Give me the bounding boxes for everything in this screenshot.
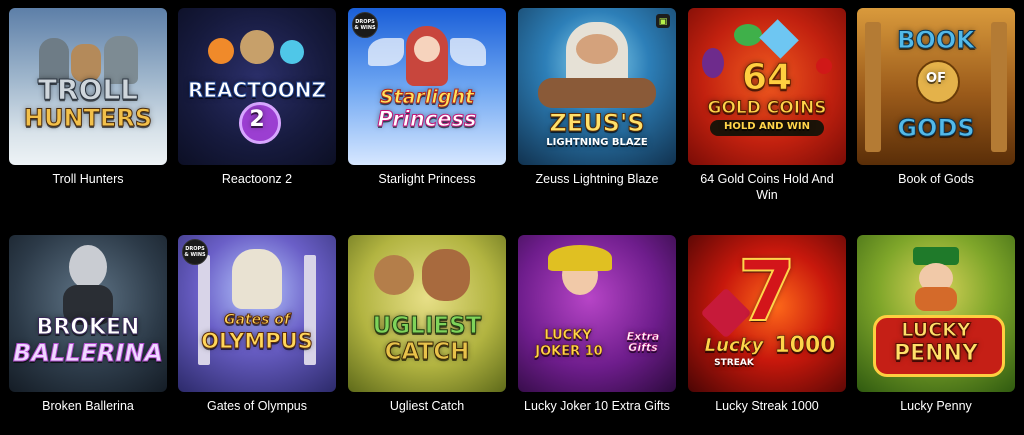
game-thumbnail[interactable]: 7 Lucky 1000 STREAK [688,235,846,392]
game-title[interactable]: 64 Gold Coins Hold And Win [688,171,846,203]
game-tile-book-of-gods[interactable]: BOOK OF GODS Book of Gods [857,8,1015,187]
game-logo-number: 1000 [774,333,836,358]
game-title[interactable]: Lucky Streak 1000 [688,398,846,414]
drops-and-wins-badge: DROPS & WINS [352,12,378,38]
game-logo-sub: OLYMPUS [201,329,314,353]
game-tile-lucky-joker-10[interactable]: LUCKY JOKER 10 Extra Gifts Lucky Joker 1… [518,235,676,414]
game-logo-of: OF [926,71,946,86]
game-tile-gates-of-olympus[interactable]: Gates of OLYMPUS DROPS & WINS Gates of O… [178,235,336,414]
game-logo: UGLIEST [372,313,482,339]
game-thumbnail[interactable]: REACTOONZ 2 [178,8,336,165]
game-logo-sub: HOLD AND WIN [723,121,811,132]
game-logo: Lucky [704,335,764,356]
game-tile-ugliest-catch[interactable]: UGLIEST CATCH Ugliest Catch [348,235,506,414]
game-thumbnail[interactable]: BOOK OF GODS [857,8,1015,165]
game-logo-sub: STREAK [714,358,754,368]
game-logo: REACTOONZ [187,78,327,102]
game-logo-number: 64 [741,57,793,98]
game-logo: Starlight [379,86,475,108]
game-thumbnail[interactable]: 64 GOLD COINS HOLD AND WIN [688,8,846,165]
game-logo-number: 2 [249,107,265,132]
game-logo-sub: CATCH [384,339,470,365]
game-title[interactable]: Gates of Olympus [178,398,336,414]
game-tile-zeuss-lightning-blaze[interactable]: ZEUS'S LIGHTNING BLAZE ▣ Zeuss Lightning… [518,8,676,187]
game-tile-troll-hunters[interactable]: TROLL HUNTERS Troll Hunters [9,8,167,187]
game-title[interactable]: Book of Gods [857,171,1015,187]
game-thumbnail[interactable]: Gates of OLYMPUS DROPS & WINS [178,235,336,392]
game-thumbnail[interactable]: UGLIEST CATCH [348,235,506,392]
game-thumbnail[interactable]: ZEUS'S LIGHTNING BLAZE ▣ [518,8,676,165]
game-tile-lucky-penny[interactable]: LUCKY PENNY Lucky Penny [857,235,1015,414]
game-thumbnail[interactable]: LUCKY PENNY [857,235,1015,392]
game-title[interactable]: Reactoonz 2 [178,171,336,187]
game-logo: Gates of [223,312,291,328]
game-logo-number: JOKER 10 [535,344,603,359]
game-logo: GOLD COINS [707,98,827,118]
game-logo: TROLL [37,73,139,106]
game-title[interactable]: Troll Hunters [9,171,167,187]
game-logo: BROKEN [36,315,140,340]
game-title[interactable]: Ugliest Catch [348,398,506,414]
drops-and-wins-badge: DROPS & WINS [182,239,208,265]
game-logo-sub: Extra Gifts [626,330,660,354]
game-thumbnail[interactable]: BROKEN BALLERINA [9,235,167,392]
game-logo-sub: GODS [897,114,975,142]
game-tile-lucky-streak-1000[interactable]: 7 Lucky 1000 STREAK Lucky Streak 1000 [688,235,846,414]
game-logo-sub: PENNY [894,341,979,366]
game-logo-seven: 7 [737,242,797,340]
game-title[interactable]: Lucky Joker 10 Extra Gifts [518,398,676,414]
game-thumbnail[interactable]: TROLL HUNTERS [9,8,167,165]
game-logo: LUCKY [544,328,592,343]
game-logo: LUCKY [901,319,971,341]
game-thumbnail[interactable]: Starlight Princess DROPS & WINS [348,8,506,165]
game-grid: TROLL HUNTERS Troll Hunters REACTOONZ 2 … [0,0,1024,435]
game-logo-sub: Princess [377,107,477,131]
game-tile-reactoonz-2[interactable]: REACTOONZ 2 Reactoonz 2 [178,8,336,187]
game-logo-sub: HUNTERS [23,104,153,132]
game-tile-starlight-princess[interactable]: Starlight Princess DROPS & WINS Starligh… [348,8,506,187]
game-logo: ZEUS'S [549,109,645,137]
game-logo-sub: BALLERINA [13,339,164,367]
game-title[interactable]: Broken Ballerina [9,398,167,414]
game-thumbnail[interactable]: LUCKY JOKER 10 Extra Gifts [518,235,676,392]
game-logo: BOOK [897,26,976,54]
game-tile-broken-ballerina[interactable]: BROKEN BALLERINA Broken Ballerina [9,235,167,414]
feature-icon: ▣ [656,14,670,28]
game-logo-sub: LIGHTNING BLAZE [546,137,648,148]
game-tile-64-gold-coins[interactable]: 64 GOLD COINS HOLD AND WIN 64 Gold Coins… [688,8,846,203]
game-title[interactable]: Starlight Princess [348,171,506,187]
game-title[interactable]: Zeuss Lightning Blaze [518,171,676,187]
game-title[interactable]: Lucky Penny [857,398,1015,414]
